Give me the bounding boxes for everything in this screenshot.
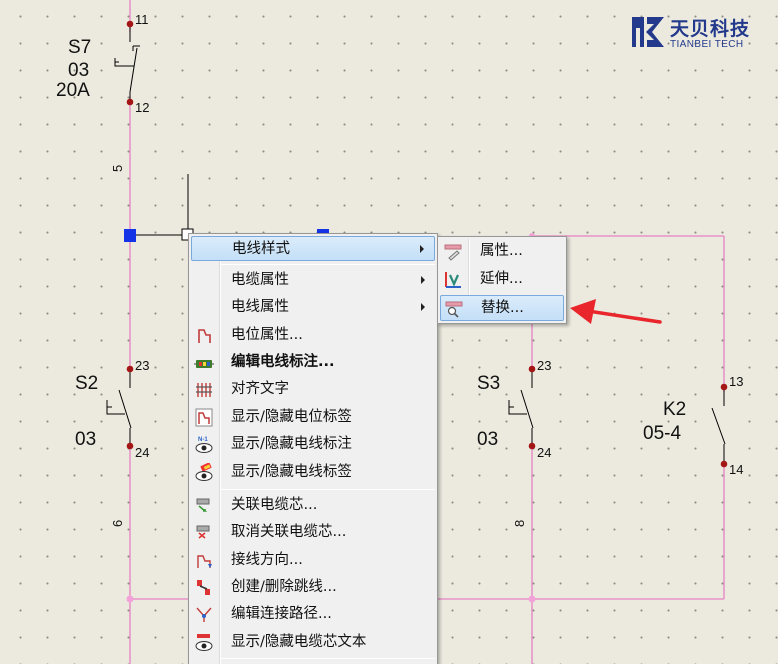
contact-k2[interactable] (711, 387, 732, 464)
submenu-item-properties[interactable]: 属性... (440, 239, 564, 265)
wire-label-icon (194, 360, 214, 368)
submenu-arrow-icon (421, 276, 425, 284)
replace-icon (445, 301, 463, 318)
menu-item-link-cable-core[interactable]: 关联电缆芯... (191, 493, 435, 518)
s2-value: 03 (75, 429, 96, 450)
wiring-direction-icon (197, 555, 212, 568)
eye-core-text-icon (195, 634, 213, 651)
s7-name: S7 (68, 37, 91, 58)
wire-number-8: 8 (512, 520, 527, 527)
menu-separator (221, 489, 435, 490)
s7-value: 03 (68, 60, 89, 81)
properties-icon (444, 244, 462, 261)
s2-pin-bottom: 24 (135, 445, 149, 460)
wire-context-menu: 电线样式 电缆属性 电线属性 电位属性... 编辑电线标注... 对齐文字 显示… (188, 233, 438, 664)
logo-name-en: TIANBEI TECH (670, 39, 744, 50)
k2-pin-top: 13 (729, 374, 743, 389)
link-core-icon (196, 498, 210, 512)
menu-item-wire-style[interactable]: 电线样式 (191, 236, 435, 261)
submenu-arrow-icon (420, 245, 424, 253)
s7-rating: 20A (56, 80, 90, 101)
tianbei-logo-icon (632, 17, 664, 47)
menu-item-wire-properties[interactable]: 电线属性 (191, 295, 435, 320)
wire-number-5: 5 (110, 165, 125, 172)
logo-name-cn: 天贝科技 (670, 18, 751, 40)
tianbei-logo: 天贝科技 TIANBEI TECH (630, 14, 770, 52)
menu-item-toggle-potential-tag[interactable]: 显示/隐藏电位标签 (191, 405, 435, 430)
menu-item-unlink-cable-core[interactable]: 取消关联电缆芯... (191, 520, 435, 545)
k2-pin-bottom: 14 (729, 462, 743, 477)
s3-pin-top: 23 (537, 358, 551, 373)
s7-pin-top: 11 (135, 12, 149, 27)
svg-text:N-1: N-1 (198, 437, 208, 443)
menu-item-toggle-core-text[interactable]: 显示/隐藏电缆芯文本 (191, 630, 435, 655)
menu-separator (221, 658, 435, 659)
submenu-arrow-icon (421, 303, 425, 311)
menu-item-align-text[interactable]: 对齐文字 (191, 377, 435, 402)
connection-path-icon (196, 607, 212, 622)
menu-item-edit-connection-path[interactable]: 编辑连接路径... (191, 602, 435, 627)
extend-icon (445, 272, 461, 288)
annotation-arrow (570, 299, 662, 324)
menu-item-wiring-direction[interactable]: 接线方向... (191, 548, 435, 573)
wire-number-6: 6 (110, 520, 125, 527)
k2-value: 05-4 (643, 423, 681, 444)
submenu-item-replace[interactable]: 替换... (440, 295, 564, 321)
potential-tag-icon (195, 408, 213, 427)
menu-item-cable-properties[interactable]: 电缆属性 (191, 268, 435, 293)
jumper-icon (197, 580, 210, 595)
s7-pin-bottom: 12 (135, 100, 149, 115)
k2-name: K2 (663, 399, 686, 420)
menu-item-jumper[interactable]: 创建/删除跳线... (191, 575, 435, 600)
switch-s3[interactable] (508, 369, 537, 446)
s2-name: S2 (75, 373, 98, 394)
menu-item-edit-wire-label[interactable]: 编辑电线标注... (191, 350, 435, 375)
s2-pin-top: 23 (135, 358, 149, 373)
selected-wire[interactable] (130, 174, 194, 241)
switch-s2[interactable] (106, 369, 135, 446)
submenu-item-extend[interactable]: 延伸... (440, 267, 564, 293)
wire-style-submenu: 属性... 延伸... 替换... (437, 236, 567, 324)
selection-handle-left[interactable] (124, 229, 136, 242)
switch-s7[interactable] (114, 24, 140, 102)
unlink-core-icon (196, 525, 210, 539)
s3-pin-bottom: 24 (537, 445, 551, 460)
potential-icon (198, 329, 211, 343)
menu-item-potential-properties[interactable]: 电位属性... (191, 323, 435, 348)
s3-value: 03 (477, 429, 498, 450)
eye-tag-icon (195, 463, 213, 481)
menu-item-toggle-wire-tag[interactable]: 显示/隐藏电线标签 (191, 460, 435, 485)
menu-separator (221, 264, 435, 265)
align-text-icon (196, 383, 212, 397)
eye-n1-icon: N-1 (195, 437, 213, 453)
menu-item-toggle-wire-annotation[interactable]: N-1 显示/隐藏电线标注 (191, 432, 435, 457)
s3-name: S3 (477, 373, 500, 394)
